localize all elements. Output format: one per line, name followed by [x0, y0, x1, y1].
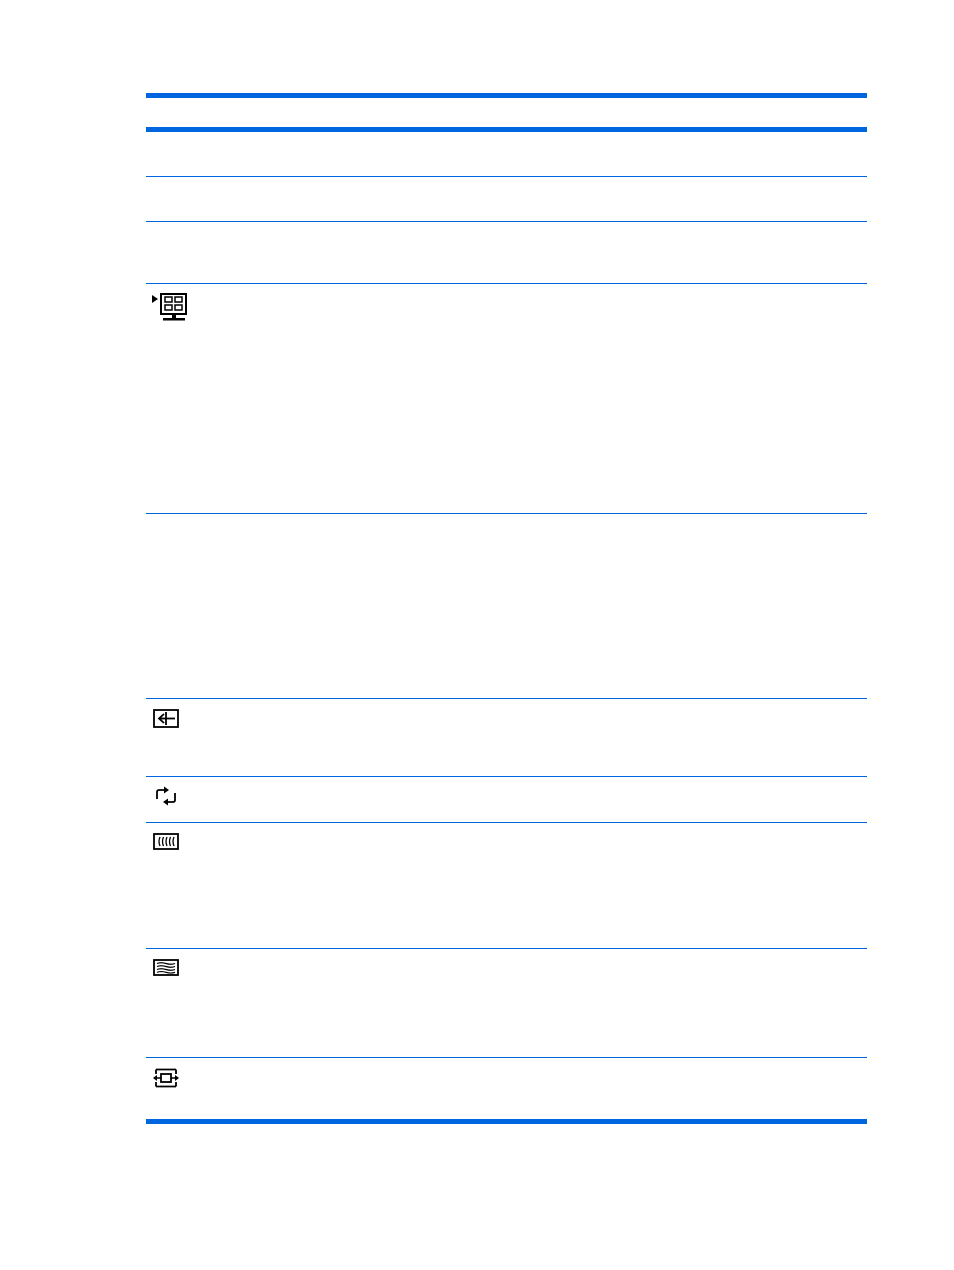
auto-adjust-icon: [153, 785, 179, 807]
document-page: [0, 0, 954, 1270]
table-row: [146, 514, 867, 698]
clock-icon: [153, 833, 179, 851]
table-header-row: [146, 98, 867, 128]
table-bottom-rule: [146, 1119, 867, 1124]
table-row: [146, 222, 867, 283]
table-row: [146, 699, 867, 776]
monitor-menu-icon: [151, 292, 189, 324]
table-row: [146, 777, 867, 822]
horizontal-position-icon: [152, 1068, 180, 1088]
table-row: [146, 1058, 867, 1119]
table-row: [146, 284, 867, 513]
table-row: [146, 132, 867, 176]
table-row: [146, 949, 867, 1057]
clock-phase-icon: [153, 959, 179, 977]
table-row: [146, 177, 867, 221]
table-row: [146, 823, 867, 948]
image-position-icon: [153, 709, 179, 729]
